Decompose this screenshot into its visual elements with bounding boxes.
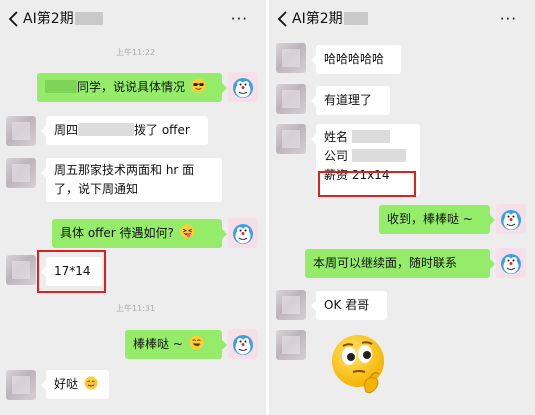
received-message[interactable]: OK 君哥 (311, 291, 387, 320)
doraemon-avatar[interactable] (496, 204, 526, 234)
sender-avatar[interactable] (276, 290, 306, 320)
sent-message[interactable]: 棒棒哒 ~ (125, 330, 227, 359)
sent-message[interactable]: 本周可以继续面，随时联系 (305, 249, 495, 278)
sender-avatar[interactable] (6, 370, 36, 400)
sender-avatar[interactable] (6, 158, 36, 188)
doraemon-avatar[interactable] (496, 248, 526, 278)
chat-header: AI第2期 ··· (0, 0, 266, 38)
received-message[interactable]: 好哒 (41, 370, 109, 399)
redacted-text (351, 149, 406, 162)
sender-avatar[interactable] (6, 255, 36, 285)
redacted-text (351, 130, 390, 143)
back-arrow-icon[interactable] (274, 9, 292, 29)
highlight-box (318, 171, 416, 197)
highlight-box (37, 250, 106, 293)
left-chat-screen: AI第2期 ··· 上午11:22 同学，说说具体情况 周四 拨了 offer 周… (0, 0, 266, 415)
received-message[interactable]: 周五那家技术两面和 hr 面了，说下周通知 (41, 158, 222, 202)
sender-avatar[interactable] (276, 124, 306, 154)
chat-header: AI第2期 ··· (269, 0, 535, 38)
more-options-icon[interactable]: ··· (500, 9, 517, 29)
sender-avatar[interactable] (276, 84, 306, 114)
received-message[interactable]: 哈哈哈哈哈 (311, 45, 401, 74)
sent-message[interactable]: 具体 offer 待遇如何? (52, 219, 227, 248)
grin-emoji-icon (189, 335, 204, 350)
right-chat-screen: AI第2期 ··· 哈哈哈哈哈 有道理了 姓名 公司 薪资 21x14 收到，棒… (269, 0, 535, 415)
timestamp: 上午11:31 (116, 304, 156, 313)
sunglasses-emoji-icon (191, 78, 206, 93)
sent-message[interactable]: 收到，棒棒哒 ~ (379, 205, 495, 234)
redacted-text (78, 123, 135, 136)
chat-title: AI第2期 (292, 9, 368, 29)
smile-emoji-icon (84, 376, 98, 390)
redacted-title (74, 12, 103, 25)
sender-avatar[interactable] (6, 116, 36, 146)
doraemon-avatar[interactable] (228, 329, 258, 359)
redacted-title (343, 12, 368, 25)
tongue-emoji-icon (180, 224, 195, 239)
sent-message[interactable]: 同学，说说具体情况 (37, 73, 227, 102)
back-arrow-icon[interactable] (5, 9, 23, 29)
chat-title: AI第2期 (23, 9, 103, 29)
sender-avatar[interactable] (276, 43, 306, 73)
redacted-name (45, 80, 77, 93)
received-message[interactable]: 周四 拨了 offer (41, 116, 208, 145)
doraemon-avatar[interactable] (228, 72, 258, 102)
more-options-icon[interactable]: ··· (231, 9, 248, 29)
doraemon-avatar[interactable] (228, 218, 258, 248)
received-message[interactable]: 有道理了 (311, 86, 390, 115)
sender-avatar[interactable] (276, 330, 306, 360)
thinking-emoji-sticker[interactable] (326, 330, 394, 398)
timestamp: 上午11:22 (116, 48, 156, 57)
